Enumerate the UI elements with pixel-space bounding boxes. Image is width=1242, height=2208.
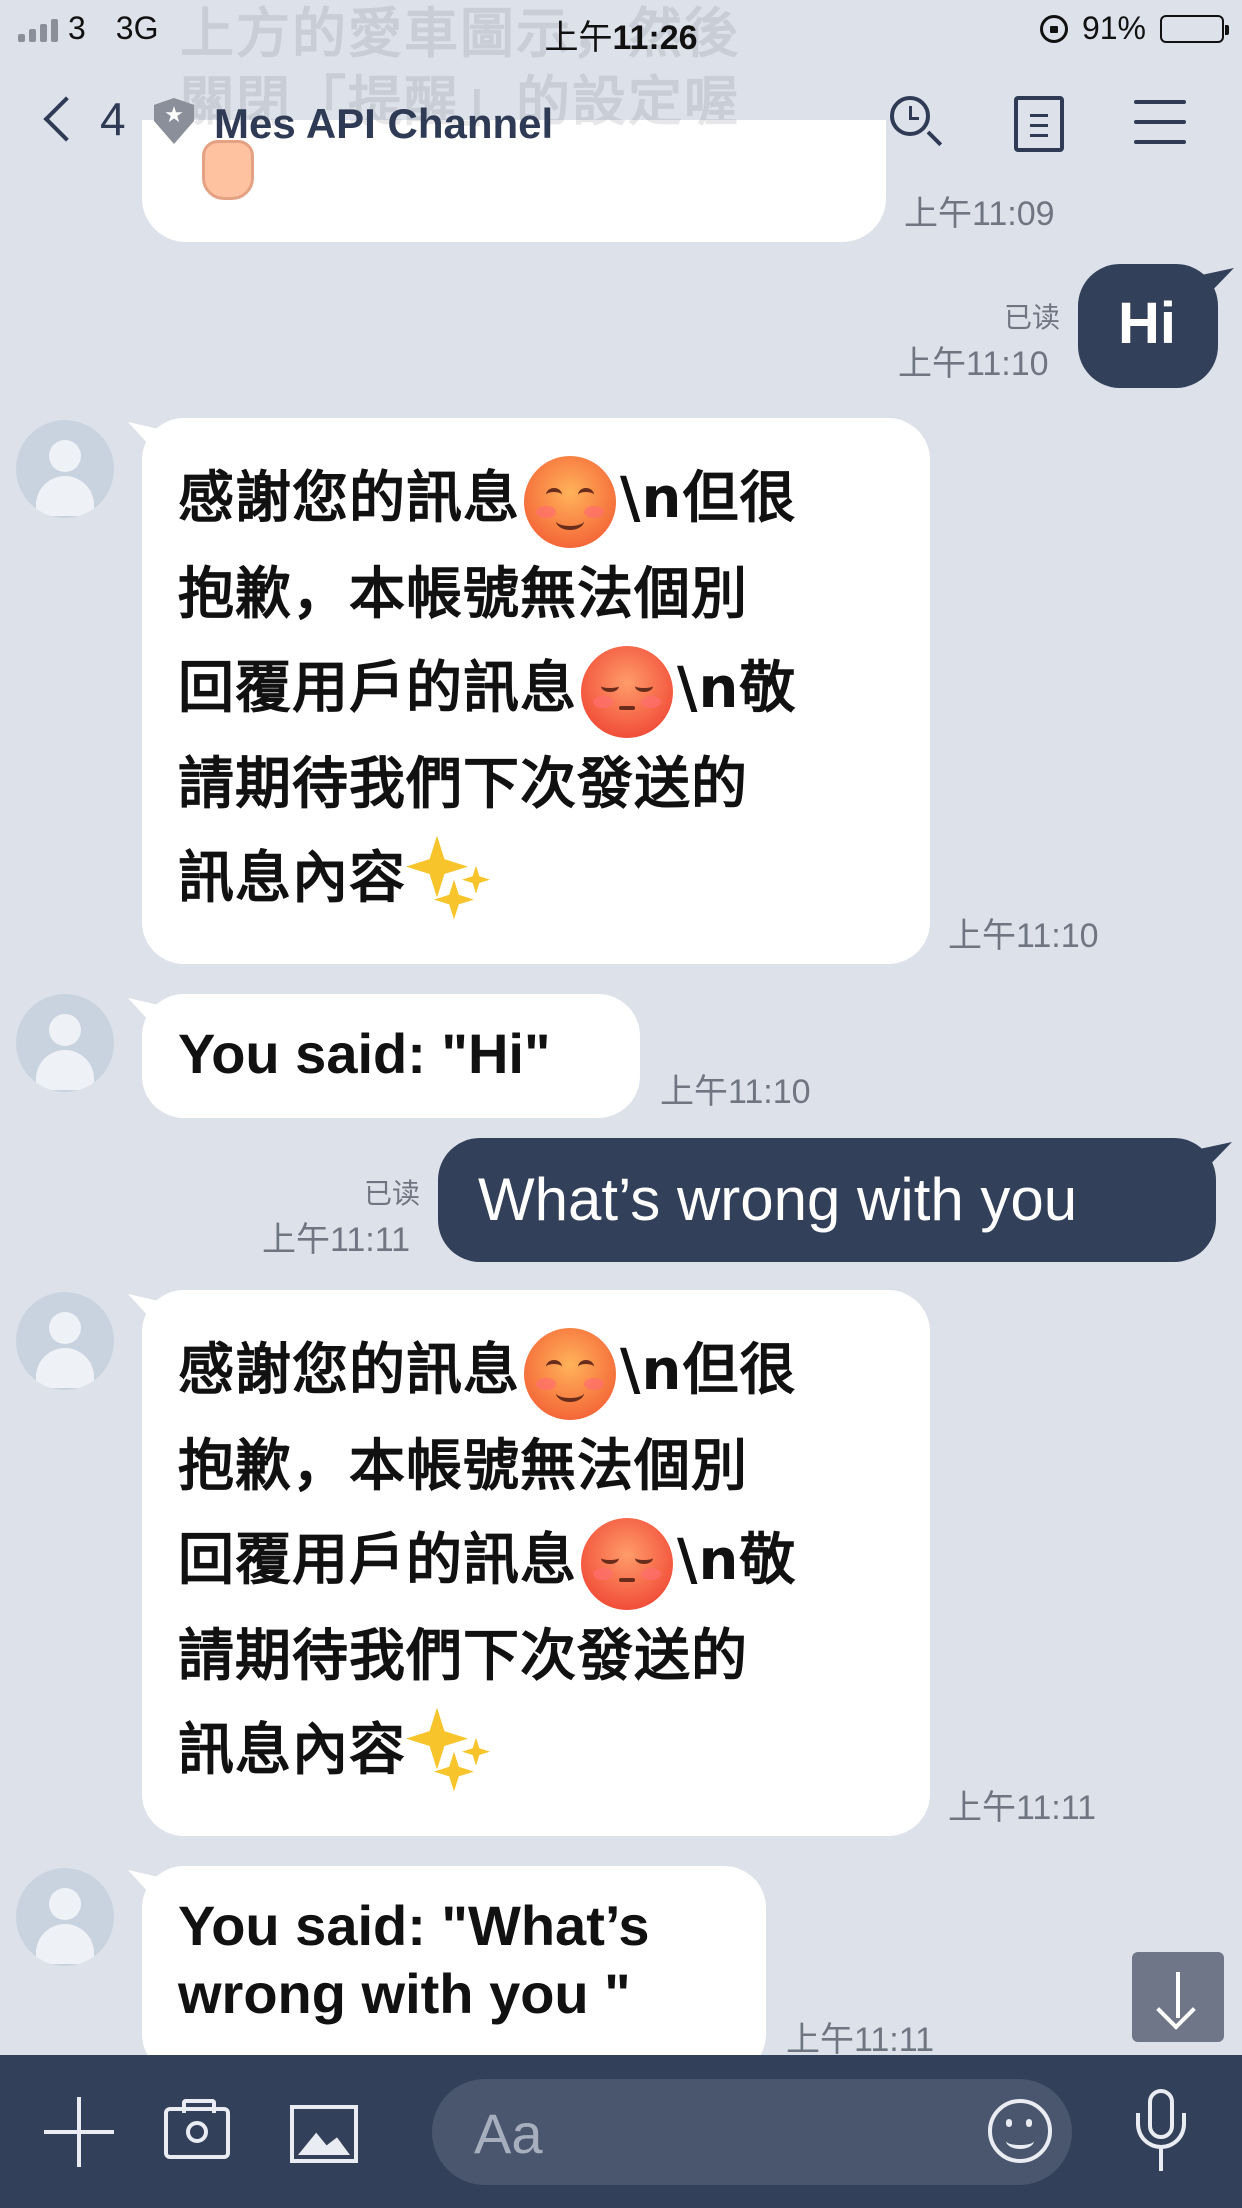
- scroll-down-arrowhead: [1156, 1990, 1196, 2030]
- message-time: 上午11:09: [904, 195, 1055, 233]
- unread-count: 4: [100, 93, 126, 145]
- incoming-message[interactable]: 感謝您的訊息 \n但很 抱歉，本帳號無法個別 回覆用戶的訊息 \n敬 請期待我們下次…: [142, 1290, 930, 1836]
- status-bar: 3 3G 上午11:26 91%: [0, 0, 1242, 62]
- message-meta: 已读 上午11:10: [898, 296, 1060, 385]
- text-segment: 回覆用戶的訊息: [178, 1527, 577, 1593]
- emoji-icon[interactable]: [988, 2099, 1052, 2163]
- avatar[interactable]: [16, 1292, 114, 1390]
- back-chevron-icon: [43, 96, 89, 142]
- pensive-face-emoji: [581, 1517, 673, 1610]
- avatar[interactable]: [16, 1868, 114, 1966]
- battery-percent: 91%: [1081, 10, 1146, 46]
- avatar[interactable]: [16, 420, 114, 518]
- read-receipt: 已读: [363, 1178, 420, 1209]
- message-text: 感謝您的訊息 \n但很 抱歉，本帳號無法個別 回覆用戶的訊息 \n敬 請期待我們下次…: [178, 1324, 910, 1800]
- battery-icon: [1160, 14, 1229, 43]
- message-text: 感謝您的訊息 \n但很 抱歉，本帳號無法個別 回覆用戶的訊息 \n敬 請期待我們下次…: [178, 452, 910, 928]
- message-text: You said: "What’s wrong with you ": [178, 1894, 650, 2025]
- chat-header: 上方的愛車圖示，然後 關閉「提醒」的設定喔 4 Mes API Channel: [0, 4, 1242, 192]
- message-input[interactable]: [472, 2079, 996, 2187]
- notes-icon[interactable]: [1014, 96, 1064, 152]
- text-segment: \n敬: [677, 1527, 797, 1593]
- message-text: You said: "Hi": [178, 1022, 551, 1085]
- channel-title[interactable]: Mes API Channel: [214, 100, 553, 148]
- read-receipt: 已读: [1003, 302, 1060, 333]
- text-segment: \n但很: [620, 466, 797, 531]
- smiling-face-emoji: [524, 1327, 616, 1420]
- menu-icon[interactable]: [1134, 100, 1186, 144]
- message-text: Hi: [1118, 291, 1176, 356]
- message-input-container[interactable]: [432, 2079, 1072, 2187]
- text-segment: \n但很: [620, 1338, 797, 1403]
- search-icon[interactable]: [890, 96, 944, 150]
- message-time: 上午11:11: [786, 2021, 935, 2055]
- message-time: 上午11:10: [660, 1073, 811, 1111]
- shield-icon: [154, 98, 194, 144]
- text-segment: 感謝您的訊息: [178, 1338, 520, 1403]
- sparkles-emoji: [406, 835, 490, 928]
- scroll-down-button[interactable]: [1132, 1952, 1224, 2042]
- microphone-icon[interactable]: [1128, 2089, 1192, 2175]
- text-segment: \n敬: [677, 655, 797, 721]
- plus-icon[interactable]: [44, 2097, 114, 2167]
- incoming-message[interactable]: 感謝您的訊息 \n但很 抱歉，本帳號無法個別 回覆用戶的訊息 \n敬 請期待我們下次…: [142, 418, 930, 964]
- sparkles-emoji: [406, 1707, 490, 1800]
- avatar[interactable]: [16, 994, 114, 1092]
- clock-time: 11:26: [612, 19, 698, 57]
- clock-prefix: 上午: [544, 19, 613, 57]
- text-segment: 請期待我們下次發送的: [178, 1623, 748, 1689]
- incoming-message[interactable]: You said: "What’s wrong with you ": [142, 1866, 766, 2055]
- message-meta: 已读 上午11:11: [262, 1172, 420, 1261]
- back-button[interactable]: 4: [36, 92, 126, 146]
- message-time: 上午11:11: [262, 1221, 411, 1259]
- text-segment: 抱歉，本帳號無法個別: [178, 561, 748, 627]
- text-segment: 訊息內容: [178, 845, 406, 911]
- incoming-message[interactable]: You said: "Hi": [142, 994, 640, 1118]
- text-segment: 訊息內容: [178, 1717, 406, 1783]
- message-text: What’s wrong with you: [478, 1166, 1078, 1233]
- outgoing-message[interactable]: What’s wrong with you: [438, 1138, 1216, 1262]
- camera-icon[interactable]: [164, 2099, 230, 2159]
- message-time: 上午11:10: [948, 917, 1099, 955]
- text-segment: 感謝您的訊息: [178, 466, 520, 531]
- rotation-lock-icon: [1039, 14, 1068, 43]
- text-segment: 請期待我們下次發送的: [178, 751, 748, 817]
- pensive-face-emoji: [581, 645, 673, 738]
- message-time: 上午11:11: [948, 1789, 1097, 1827]
- text-segment: 回覆用戶的訊息: [178, 655, 577, 721]
- image-icon[interactable]: [290, 2105, 358, 2163]
- text-segment: 抱歉，本帳號無法個別: [178, 1433, 748, 1499]
- message-toolbar: [0, 2055, 1242, 2208]
- chat-area[interactable]: 上午11:09 已读 上午11:10 Hi 感謝您的訊息 \n但很 抱歉，本帳號無…: [0, 0, 1242, 2055]
- message-time: 上午11:10: [898, 345, 1049, 383]
- smiling-face-emoji: [524, 455, 616, 548]
- outgoing-message[interactable]: Hi: [1078, 264, 1218, 388]
